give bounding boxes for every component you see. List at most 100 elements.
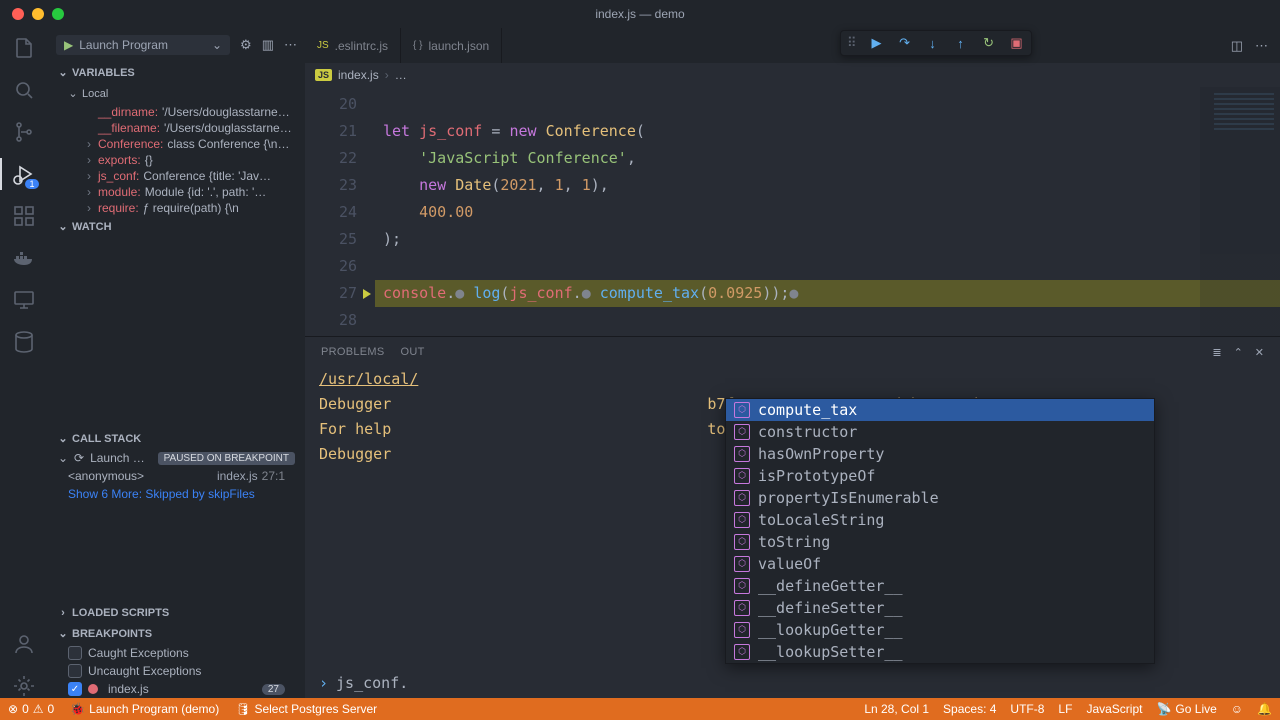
status-problems[interactable]: ⊗0⚠0 <box>8 702 54 716</box>
continue-icon[interactable]: ▶ <box>869 35 885 51</box>
status-feedback-icon[interactable]: ☺ <box>1231 702 1243 716</box>
settings-icon[interactable] <box>12 674 36 698</box>
debug-console-toggle-icon[interactable]: ▥ <box>262 37 274 53</box>
maximize-window-icon[interactable] <box>52 8 64 20</box>
js-file-icon: JS <box>315 69 332 81</box>
more-actions-icon[interactable]: ⋯ <box>1255 38 1268 54</box>
autocomplete-popup[interactable]: ⬡compute_tax⬡constructor⬡hasOwnProperty⬡… <box>725 398 1155 664</box>
grip-icon[interactable]: ⠿ <box>847 35 857 51</box>
chevron-up-icon[interactable]: ⌃ <box>1234 346 1243 359</box>
database-icon[interactable] <box>12 330 36 354</box>
debug-config-toolbar: ▶ Launch Program ⌄ ⚙ ▥ ⋯ <box>48 28 305 62</box>
status-postgres[interactable]: 🛢Select Postgres Server <box>235 702 377 716</box>
code-lines[interactable]: let js_conf = new Conference( 'JavaScrip… <box>375 87 1280 336</box>
status-golive[interactable]: 📡Go Live <box>1156 702 1216 716</box>
status-bell-icon[interactable]: 🔔 <box>1257 702 1272 716</box>
checkbox-checked-icon[interactable]: ✓ <box>68 682 82 696</box>
code-editor[interactable]: 202122232425262728 let js_conf = new Con… <box>305 87 1280 336</box>
step-out-icon[interactable]: ↑ <box>953 35 969 51</box>
bottom-panel: PROBLEMS OUT ≣ ⌃ ✕ /usr/local/Debugger b… <box>305 336 1280 698</box>
variable-item[interactable]: ›exports: {} <box>48 152 305 168</box>
debug-badge: 1 <box>25 179 39 189</box>
variable-item[interactable]: ›js_conf: Conference {title: 'Jav… <box>48 168 305 184</box>
autocomplete-item[interactable]: ⬡__lookupSetter__ <box>726 641 1154 663</box>
extensions-icon[interactable] <box>12 204 36 228</box>
variable-item[interactable]: ›require: ƒ require(path) {\n <box>48 200 305 216</box>
broadcast-icon: 📡 <box>1156 702 1171 716</box>
tab-launch-json[interactable]: { }launch.json <box>401 28 502 63</box>
error-icon: ⊗ <box>8 702 18 716</box>
caught-exceptions-toggle[interactable]: Caught Exceptions <box>48 644 305 662</box>
source-control-icon[interactable] <box>12 120 36 144</box>
titlebar: index.js — demo <box>0 0 1280 28</box>
launch-config-label: Launch Program <box>79 38 168 52</box>
autocomplete-item[interactable]: ⬡propertyIsEnumerable <box>726 487 1154 509</box>
status-indent[interactable]: Spaces: 4 <box>943 702 996 716</box>
run-debug-icon[interactable]: 1 <box>12 162 36 186</box>
start-debug-icon[interactable]: ▶ <box>64 38 73 52</box>
json-file-icon: { } <box>413 40 422 51</box>
status-eol[interactable]: LF <box>1058 702 1072 716</box>
autocomplete-item[interactable]: ⬡valueOf <box>726 553 1154 575</box>
variable-item[interactable]: ›Conference: class Conference {\n… <box>48 136 305 152</box>
variable-item[interactable]: __dirname: '/Users/douglasstarne… <box>48 104 305 120</box>
gear-icon[interactable]: ⚙ <box>240 37 252 53</box>
autocomplete-item[interactable]: ⬡constructor <box>726 421 1154 443</box>
account-icon[interactable] <box>12 632 36 656</box>
skip-files-link[interactable]: Show 6 More: Skipped by skipFiles <box>48 485 305 503</box>
docker-icon[interactable] <box>12 246 36 270</box>
editor-tabs: JS.eslintrc.js { }launch.json ◫ ⋯ <box>305 28 1280 63</box>
autocomplete-item[interactable]: ⬡__defineGetter__ <box>726 575 1154 597</box>
status-bar: ⊗0⚠0 🐞Launch Program (demo) 🛢Select Post… <box>0 698 1280 720</box>
tab-problems[interactable]: PROBLEMS <box>321 346 385 358</box>
split-editor-icon[interactable]: ◫ <box>1231 38 1243 54</box>
debug-console-input[interactable] <box>336 674 1266 692</box>
loaded-scripts-section[interactable]: ›LOADED SCRIPTS <box>48 603 305 623</box>
more-icon[interactable]: ⋯ <box>284 37 297 53</box>
close-panel-icon[interactable]: ✕ <box>1255 346 1264 359</box>
step-into-icon[interactable]: ↓ <box>925 35 941 51</box>
autocomplete-item[interactable]: ⬡__defineSetter__ <box>726 597 1154 619</box>
status-encoding[interactable]: UTF-8 <box>1010 702 1044 716</box>
status-debug[interactable]: 🐞Launch Program (demo) <box>70 702 219 716</box>
minimap[interactable] <box>1200 87 1280 336</box>
local-scope[interactable]: ⌄Local <box>48 83 305 104</box>
spinner-icon: ⟳ <box>74 451 84 465</box>
autocomplete-item[interactable]: ⬡toLocaleString <box>726 509 1154 531</box>
filter-icon[interactable]: ≣ <box>1212 346 1221 359</box>
explorer-icon[interactable] <box>12 36 36 60</box>
warning-icon: ⚠ <box>33 702 44 716</box>
status-language[interactable]: JavaScript <box>1086 702 1142 716</box>
close-window-icon[interactable] <box>12 8 24 20</box>
tab-eslintrc[interactable]: JS.eslintrc.js <box>305 28 401 63</box>
callstack-process[interactable]: ⌄ ⟳ Launch … PAUSED ON BREAKPOINT <box>48 449 305 467</box>
database-icon: 🛢 <box>235 702 250 716</box>
tab-output[interactable]: OUT <box>401 346 425 358</box>
breadcrumb[interactable]: JS index.js › … <box>305 63 1280 87</box>
step-over-icon[interactable]: ↷ <box>897 35 913 51</box>
remote-icon[interactable] <box>12 288 36 312</box>
callstack-section[interactable]: ⌄CALL STACK <box>48 428 305 449</box>
breakpoint-dot-icon <box>88 684 98 694</box>
stop-icon[interactable]: ▣ <box>1009 35 1025 51</box>
debug-controls[interactable]: ⠿ ▶ ↷ ↓ ↑ ↻ ▣ <box>840 30 1032 56</box>
autocomplete-item[interactable]: ⬡isPrototypeOf <box>726 465 1154 487</box>
uncaught-exceptions-toggle[interactable]: Uncaught Exceptions <box>48 662 305 680</box>
autocomplete-item[interactable]: ⬡hasOwnProperty <box>726 443 1154 465</box>
variable-item[interactable]: __filename: '/Users/douglasstarne… <box>48 120 305 136</box>
variable-item[interactable]: ›module: Module {id: '.', path: '… <box>48 184 305 200</box>
launch-config-select[interactable]: ▶ Launch Program ⌄ <box>56 35 230 55</box>
watch-section[interactable]: ⌄WATCH <box>48 216 305 237</box>
minimize-window-icon[interactable] <box>32 8 44 20</box>
breakpoint-item[interactable]: ✓ index.js 27 <box>48 680 305 698</box>
breakpoints-section[interactable]: ⌄BREAKPOINTS <box>48 623 305 644</box>
autocomplete-item[interactable]: ⬡__lookupGetter__ <box>726 619 1154 641</box>
search-icon[interactable] <box>12 78 36 102</box>
variables-section[interactable]: ⌄VARIABLES <box>48 62 305 83</box>
debug-console-input-row: › <box>305 668 1280 698</box>
status-cursor-pos[interactable]: Ln 28, Col 1 <box>864 702 929 716</box>
autocomplete-item[interactable]: ⬡compute_tax <box>726 399 1154 421</box>
restart-icon[interactable]: ↻ <box>981 35 997 51</box>
autocomplete-item[interactable]: ⬡toString <box>726 531 1154 553</box>
stack-frame[interactable]: <anonymous> index.js 27:1 <box>48 467 305 485</box>
